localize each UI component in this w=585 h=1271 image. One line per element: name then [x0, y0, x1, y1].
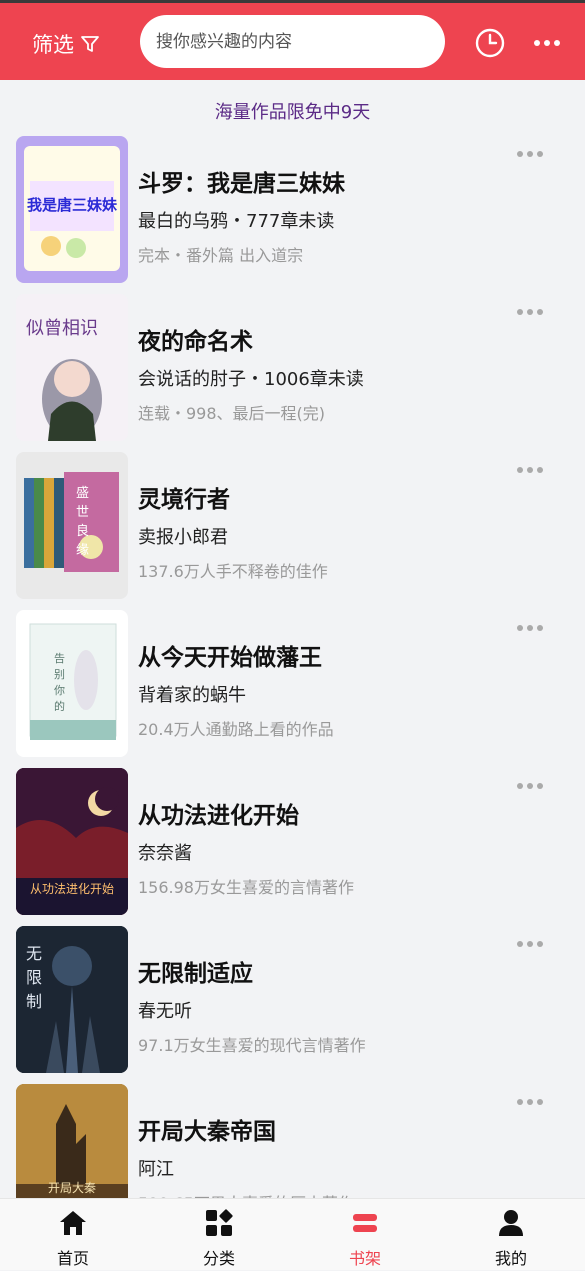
book-meta: 97.1万女生喜爱的现代言情著作 — [138, 1036, 366, 1055]
book-author: 阿江 — [138, 1159, 174, 1180]
item-more-icon[interactable] — [516, 940, 544, 948]
bottom-tab-bar: 首页 分类 书架 我的 — [0, 1198, 585, 1270]
history-clock-icon[interactable] — [474, 27, 506, 59]
book-cover[interactable]: 我是唐三妹妹 — [16, 136, 128, 283]
cover-title: 我是唐三妹妹 — [26, 196, 117, 214]
book-author: 春无听 — [138, 1001, 192, 1022]
book-cover[interactable]: 无限制 — [16, 926, 128, 1073]
book-title: 从功法进化开始 — [138, 803, 299, 829]
book-author: 奈奈酱 — [138, 843, 192, 864]
book-cover[interactable]: 从功法进化开始 — [16, 768, 128, 915]
book-meta: 连载・998、最后一程(完) — [138, 404, 326, 423]
book-item[interactable]: 盛世良缘 灵境行者 卖报小郎君 137.6万人手不释卷的佳作 — [0, 452, 585, 610]
promo-banner[interactable]: 海量作品限免中9天 — [0, 98, 585, 124]
item-more-icon[interactable] — [516, 782, 544, 790]
more-menu-icon[interactable] — [532, 31, 562, 55]
book-author: 会说话的肘子・1006章未读 — [138, 369, 364, 390]
book-meta: 156.98万女生喜爱的言情著作 — [138, 878, 354, 897]
tab-profile[interactable]: 我的 — [438, 1199, 584, 1271]
book-list: 我是唐三妹妹 斗罗：我是唐三妹妹 最白的乌鸦・777章未读 完本・番外篇 出入道… — [0, 136, 585, 1198]
book-author: 卖报小郎君 — [138, 527, 228, 548]
book-item[interactable]: 无限制 无限制适应 春无听 97.1万女生喜爱的现代言情著作 — [0, 926, 585, 1084]
book-author: 最白的乌鸦・777章未读 — [138, 211, 335, 232]
home-icon — [60, 1211, 86, 1235]
book-item[interactable]: 告别你的 从今天开始做藩王 背着家的蜗牛 20.4万人通勤路上看的作品 — [0, 610, 585, 768]
user-icon — [499, 1210, 523, 1236]
item-more-icon[interactable] — [516, 308, 544, 316]
category-icon — [206, 1209, 233, 1236]
cover-title: 从功法进化开始 — [29, 882, 114, 896]
tab-category[interactable]: 分类 — [146, 1199, 292, 1271]
tab-label: 分类 — [202, 1249, 235, 1268]
book-title: 灵境行者 — [138, 487, 230, 513]
cover-title: 无限制 — [26, 944, 43, 1011]
book-item[interactable]: 从功法进化开始 从功法进化开始 奈奈酱 156.98万女生喜爱的言情著作 — [0, 768, 585, 926]
book-item[interactable]: 似曾相识 夜的命名术 会说话的肘子・1006章未读 连载・998、最后一程(完) — [0, 294, 585, 452]
book-meta: 590.65万男人喜爱的历史著作 — [138, 1190, 354, 1198]
book-title: 夜的命名术 — [138, 329, 253, 355]
item-more-icon[interactable] — [516, 150, 544, 158]
book-cover[interactable]: 似曾相识 — [16, 294, 128, 441]
search-input[interactable] — [140, 15, 445, 68]
book-meta: 完本・番外篇 出入道宗 — [138, 246, 304, 265]
book-cover[interactable]: 开局大秦 — [16, 1084, 128, 1198]
book-author: 背着家的蜗牛 — [138, 685, 246, 706]
book-meta: 20.4万人通勤路上看的作品 — [138, 720, 334, 739]
item-more-icon[interactable] — [516, 624, 544, 632]
book-title: 无限制适应 — [138, 961, 253, 987]
book-meta: 137.6万人手不释卷的佳作 — [138, 562, 328, 581]
book-title: 从今天开始做藩王 — [138, 645, 322, 671]
book-title: 斗罗：我是唐三妹妹 — [138, 171, 345, 197]
item-more-icon[interactable] — [516, 1098, 544, 1106]
tab-label: 首页 — [56, 1249, 89, 1268]
item-more-icon[interactable] — [516, 466, 544, 474]
cover-title: 开局大秦 — [47, 1181, 96, 1195]
header-bar: 筛选 — [0, 3, 585, 80]
book-cover[interactable]: 告别你的 — [16, 610, 128, 757]
book-item[interactable]: 我是唐三妹妹 斗罗：我是唐三妹妹 最白的乌鸦・777章未读 完本・番外篇 出入道… — [0, 136, 585, 294]
bookshelf-icon — [353, 1214, 377, 1232]
tab-label: 我的 — [494, 1249, 527, 1268]
tab-home[interactable]: 首页 — [0, 1199, 146, 1271]
filter-label: 筛选 — [32, 33, 74, 57]
cover-title: 似曾相识 — [26, 318, 98, 339]
tab-bookshelf[interactable]: 书架 — [292, 1199, 438, 1271]
cover-title: 告别你的 — [54, 652, 65, 713]
book-cover[interactable]: 盛世良缘 — [16, 452, 128, 599]
tab-label: 书架 — [348, 1249, 381, 1268]
book-title: 开局大秦帝国 — [138, 1119, 276, 1145]
cover-title: 盛世良缘 — [76, 486, 90, 558]
funnel-icon — [81, 36, 99, 52]
book-item[interactable]: 开局大秦 开局大秦帝国 阿江 590.65万男人喜爱的历史著作 — [0, 1084, 585, 1198]
filter-button[interactable]: 筛选 — [32, 30, 100, 58]
